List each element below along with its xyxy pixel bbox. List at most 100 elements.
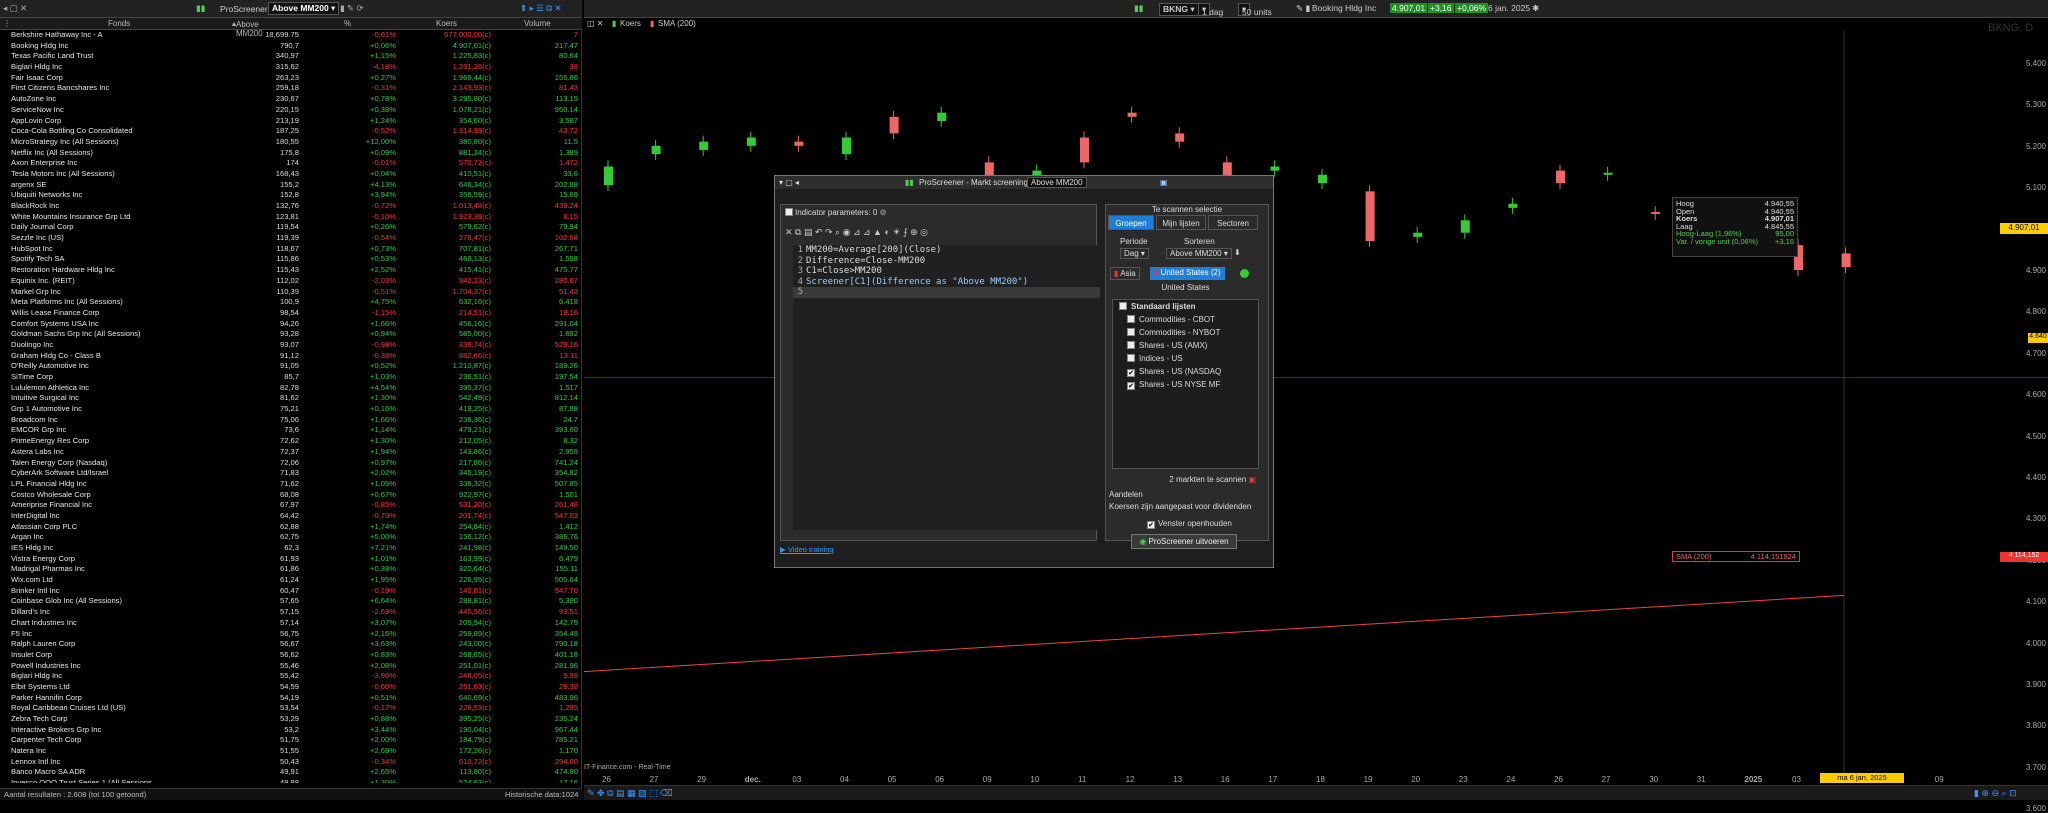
table-row[interactable]: LPL Financial Hldg Inc 71,62 +1,05% 336,32(…: [0, 479, 582, 490]
code-line[interactable]: 1 MM200=Average[200](Close): [793, 245, 1100, 256]
code-line[interactable]: 4 Screener[C1](Difference as "Above MM200…: [793, 277, 1100, 288]
table-row[interactable]: Netflix Inc (All Sessions) 175,8 +0,09% 881…: [0, 148, 582, 159]
table-row[interactable]: Daily Journal Corp 119,54 +0,26% 579,62(c) 7…: [0, 222, 582, 233]
market-list-item[interactable]: Commodities - CBOT: [1113, 313, 1258, 326]
chart-icon[interactable]: ▮▮: [196, 3, 205, 14]
table-row[interactable]: MicroStrategy Inc (All Sessions) 180,55 +1…: [0, 137, 582, 148]
tab-mijn-lijsten[interactable]: Mijn lijsten: [1156, 215, 1206, 230]
table-row[interactable]: SiTime Corp 85,7 +1,03% 236,51(c) 197.54: [0, 372, 582, 383]
col-pct[interactable]: %: [344, 19, 351, 28]
market-list-item[interactable]: Shares - US (AMX): [1113, 339, 1258, 352]
table-row[interactable]: Ubiquiti Networks Inc 152,8 +3,94% 356,59(c…: [0, 190, 582, 201]
table-row[interactable]: Biglari Hldg Inc 315,62 -4,18% 1.231,26(c) 3…: [0, 62, 582, 73]
table-row[interactable]: Spotify Tech SA 115,86 +0,53% 469,13(c) 1.59…: [0, 254, 582, 265]
market-list-item[interactable]: Commodities - NYBOT: [1113, 326, 1258, 339]
table-row[interactable]: Costco Wholesale Corp 68,08 +0,67% 922,97(c…: [0, 490, 582, 501]
table-row[interactable]: AutoZone Inc 230,67 +0,78% 3.295,80(c) 113.1…: [0, 94, 582, 105]
run-proscreener-button[interactable]: ◉ ProScreener uitvoeren: [1131, 534, 1237, 549]
table-row[interactable]: Royal Caribbean Cruises Ltd (US) 53,54 -0,…: [0, 703, 582, 714]
table-row[interactable]: IES Hldg Inc 62,3 +7,21% 241,98(c) 149.50: [0, 543, 582, 554]
table-row[interactable]: Elbit Systems Ltd 54,59 -0,60% 261,63(c) 26.…: [0, 682, 582, 693]
table-row[interactable]: Coinbase Glob Inc (All Sessions) 57,65 +6,…: [0, 596, 582, 607]
table-row[interactable]: Intuitive Surgical Inc 81,62 +1,30% 542,49(…: [0, 393, 582, 404]
code-line[interactable]: 3 C1=Close>MM200: [793, 266, 1100, 277]
table-row[interactable]: Markel Grp Inc 110,39 -0,51% 1.704,37(c) 51.…: [0, 287, 582, 298]
params-checkbox[interactable]: [785, 208, 793, 216]
table-row[interactable]: Booking Hldg Inc 790,7 +0,06% 4.907,01(c) 21…: [0, 41, 582, 52]
table-row[interactable]: F5 Inc 56,75 +2,16% 259,89(c) 354.49: [0, 629, 582, 640]
dialog-screen-name[interactable]: Above MM200: [1027, 177, 1087, 188]
window-controls-icon[interactable]: ◂ ▢ ✕: [0, 3, 30, 14]
table-row[interactable]: Vistra Energy Corp 61,93 +1,01% 163,99(c) 6.…: [0, 554, 582, 565]
table-row[interactable]: Broadcom Inc 75,06 +1,66% 236,36(c) 24.7: [0, 415, 582, 426]
table-row[interactable]: Restoration Hardware Hldg Inc 115,43 +2,52…: [0, 265, 582, 276]
dialog-window-icon[interactable]: ▾ ▢ ◂: [779, 176, 799, 189]
table-row[interactable]: Coca-Cola Bottling Co Consolidated 187,25…: [0, 126, 582, 137]
tab-sectoren[interactable]: Sectoren: [1208, 215, 1258, 230]
market-checkbox[interactable]: [1119, 302, 1127, 310]
table-row[interactable]: InterDigital Inc 64,42 -0,79% 201,74(c) 547.…: [0, 511, 582, 522]
tab-groepen[interactable]: Groepen: [1108, 215, 1154, 230]
table-row[interactable]: Interactive Brokers Grp Inc 53,2 +3,44% 190…: [0, 725, 582, 736]
save-icon[interactable]: ▣: [1160, 176, 1168, 189]
chart-window-icon[interactable]: ◫ ✕: [587, 19, 603, 28]
chart-type-icon[interactable]: ▮▮: [1134, 3, 1143, 14]
table-row[interactable]: CyberArk Software Ltd/Israel 71,83 +2,02% 3…: [0, 468, 582, 479]
units-select[interactable]: 50 units ▾: [1238, 3, 1272, 17]
sort-direction-icon[interactable]: ⬇: [1234, 248, 1241, 257]
table-row[interactable]: Chart Industries Inc 57,14 +3,07% 205,94(c)…: [0, 618, 582, 629]
market-list-item[interactable]: Standaard lijsten: [1113, 300, 1258, 313]
symbol-select[interactable]: BKNG ▾: [1159, 3, 1199, 16]
region-us[interactable]: ▮ United States (2): [1150, 267, 1225, 280]
table-row[interactable]: Zebra Tech Corp 53,29 +0,88% 395,25(c) 235.2…: [0, 714, 582, 725]
table-row[interactable]: Ameriprise Financial Inc 67,97 -0,85% 531,2…: [0, 500, 582, 511]
table-row[interactable]: EMCOR Grp Inc 73,6 +1,14% 479,21(c) 393.60: [0, 425, 582, 436]
market-checkbox[interactable]: ✔: [1127, 382, 1135, 390]
table-row[interactable]: Fair Isaac Corp 263,23 +0,27% 1.969,44(c) 15…: [0, 73, 582, 84]
market-checkbox[interactable]: ✔: [1127, 369, 1135, 377]
table-row[interactable]: ServiceNow Inc 220,15 +0,38% 1.078,21(c) 950…: [0, 105, 582, 116]
table-row[interactable]: Tesla Motors Inc (All Sessions) 168,43 +0,…: [0, 169, 582, 180]
table-row[interactable]: PrimeEnergy Res Corp 72,62 +1,30% 212,05(c)…: [0, 436, 582, 447]
params-settings-icon[interactable]: ⚙: [880, 208, 887, 217]
keep-open-checkbox[interactable]: ✔: [1147, 521, 1155, 529]
sort-select[interactable]: Above MM200 ▾: [1166, 248, 1232, 259]
table-row[interactable]: Duolingo Inc 93,07 -0,98% 336,74(c) 529.16: [0, 340, 582, 351]
table-row[interactable]: Comfort Systems USA Inc 94,26 +1,66% 456,16…: [0, 319, 582, 330]
market-checkbox[interactable]: [1127, 328, 1135, 336]
table-row[interactable]: Atlassian Corp PLC 62,88 +1,74% 254,84(c) 1.…: [0, 522, 582, 533]
table-row[interactable]: Grp 1 Automotive Inc 75,21 +0,16% 419,25(c)…: [0, 404, 582, 415]
table-row[interactable]: Powell Industries Inc 55,46 +2,08% 251,01(c…: [0, 661, 582, 672]
col-fonds[interactable]: Fonds: [108, 19, 130, 28]
table-row[interactable]: Axon Enterprise Inc 174 -0,01% 570,72(c) 1.4…: [0, 158, 582, 169]
table-row[interactable]: Astera Labs Inc 72,37 +1,94% 143,86(c) 2.959: [0, 447, 582, 458]
screener-tools-icon[interactable]: ▮ ✎ ⟳: [340, 3, 364, 14]
screen-select[interactable]: Above MM200 ▾: [268, 2, 340, 15]
col-volume[interactable]: Volume: [524, 19, 551, 28]
region-asia[interactable]: ▮ Asia: [1110, 267, 1140, 280]
table-row[interactable]: Ralph Lauren Corp 56,67 +3,63% 243,00(c) 790…: [0, 639, 582, 650]
table-row[interactable]: Meta Platforms Inc (All Sessions) 100,9 +4…: [0, 297, 582, 308]
market-checkbox[interactable]: [1127, 341, 1135, 349]
editor-toolbar[interactable]: ✕ ⧉ ▤ ↶ ↷ ⌕ ◉ ⊿ ⊿ ▲ ◐ ☀ ⨍ ⊕ ◎: [785, 227, 928, 238]
table-row[interactable]: Lululemon Athletica Inc 82,78 +4,54% 395,37…: [0, 383, 582, 394]
table-row[interactable]: Goldman Sachs Grp Inc (All Sessions) 93,2…: [0, 329, 582, 340]
table-row[interactable]: Dillard's Inc 57,15 -2,69% 445,56(c) 93.51: [0, 607, 582, 618]
table-row[interactable]: Invesco QQQ Trust Series 1 (All Sessions…: [0, 778, 582, 783]
market-list-item[interactable]: ✔ Shares - US NYSE MF: [1113, 378, 1258, 391]
tab-sma[interactable]: SMA (200): [658, 19, 696, 28]
drawing-tools-icon[interactable]: ✎ ✥ ⧉ ▤ ▦ ▧ ⬚ ⌫: [587, 788, 673, 799]
period-select[interactable]: 1 dag ▾: [1198, 3, 1223, 17]
table-row[interactable]: Banco Macro SA ADR 49,91 +2,65% 113,80(c) 47…: [0, 767, 582, 778]
add-region-icon[interactable]: [1240, 269, 1249, 278]
table-row[interactable]: Berkshire Hathaway Inc - A 18,699.75 -0,61…: [0, 30, 582, 41]
table-row[interactable]: Talen Energy Corp (Nasdaq) 72,06 +0,97% 217…: [0, 458, 582, 469]
table-row[interactable]: Texas Pacific Land Trust 340,97 +1,15% 1.22…: [0, 51, 582, 62]
table-row[interactable]: Wix.com Ltd 61,24 +1,95% 226,95(c) 505.64: [0, 575, 582, 586]
table-row[interactable]: Insulet Corp 56,62 +0,83% 268,65(c) 401.18: [0, 650, 582, 661]
market-checkbox[interactable]: [1127, 354, 1135, 362]
table-row[interactable]: Biglari Hldg Inc 55,42 -3,96% 248,05(c) 5.99: [0, 671, 582, 682]
keep-open-row[interactable]: ✔ Venster openhouden: [1147, 519, 1232, 529]
period-select[interactable]: Dag ▾: [1120, 248, 1149, 259]
table-row[interactable]: First Citizens Bancshares Inc 259,18 -0,31…: [0, 83, 582, 94]
